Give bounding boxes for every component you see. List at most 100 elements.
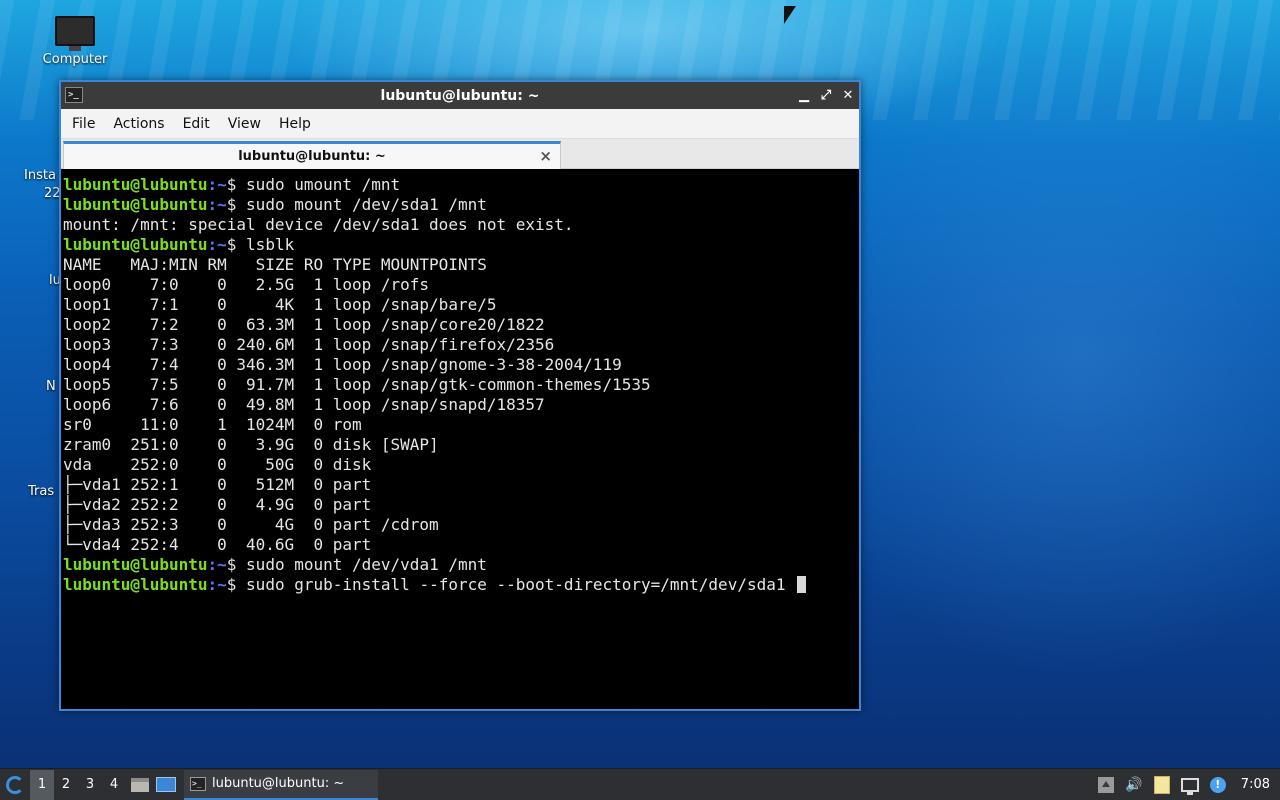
prompt-path: ~ [217,175,227,194]
prompt-path: ~ [217,235,227,254]
terminal-task-icon: >_ [190,776,206,791]
menu-help[interactable]: Help [272,116,318,132]
terminal-output-line: └─vda4 252:4 0 40.6G 0 part [63,535,857,555]
menubar: File Actions Edit View Help [61,109,859,139]
terminal-output-line: loop2 7:2 0 63.3M 1 loop /snap/core20/18… [63,315,857,335]
network-shape [1180,777,1199,795]
terminal-command-line: lubuntu@lubuntu:~$ sudo grub-install --f… [63,575,857,595]
command-text: sudo mount /dev/vda1 /mnt [246,555,487,574]
mouse-pointer-icon [784,6,796,24]
menu-file[interactable]: File [65,116,102,132]
update-notifier-icon[interactable]: ! [1209,776,1227,794]
terminal-window[interactable]: >_ lubuntu@lubuntu: ~ ▁ ⤢ ✕ File Actions… [59,80,861,711]
terminal-output-line: loop1 7:1 0 4K 1 loop /snap/bare/5 [63,295,857,315]
terminal-output-line: loop0 7:0 0 2.5G 1 loop /rofs [63,275,857,295]
command-text: sudo umount /mnt [246,175,401,194]
workspace-2[interactable]: 2 [54,770,78,800]
output-text: sr0 11:0 1 1024M 0 rom [63,415,362,434]
terminal-app-icon[interactable]: >_ [65,87,83,103]
window-title: lubuntu@lubuntu: ~ [380,87,540,104]
prompt-separator: : [207,175,218,194]
maximize-button[interactable]: ⤢ [819,88,833,103]
tray-expand-button[interactable] [1097,776,1115,794]
prompt-separator: : [207,195,218,214]
terminal-command-line: lubuntu@lubuntu:~$ lsblk [63,235,857,255]
prompt-path: ~ [217,575,227,594]
prompt-dollar: $ [226,175,247,194]
desktop-icon-computer[interactable]: Computer [40,16,110,67]
terminal-output-line: sr0 11:0 1 1024M 0 rom [63,415,857,435]
taskbar-task-terminal[interactable]: >_ lubuntu@lubuntu: ~ [184,769,378,800]
menu-edit[interactable]: Edit [176,116,217,132]
output-text: loop6 7:6 0 49.8M 1 loop /snap/snapd/183… [63,395,545,414]
desktop-icon-install-label[interactable]: Insta [24,168,56,183]
volume-icon[interactable]: 🔊 [1125,776,1143,794]
show-desktop-button[interactable] [154,773,178,797]
clipboard-shape [1153,775,1170,794]
window-titlebar[interactable]: >_ lubuntu@lubuntu: ~ ▁ ⤢ ✕ [61,82,859,109]
clipboard-icon[interactable] [1153,775,1171,794]
clock[interactable]: 7:08 [1241,777,1270,792]
terminal-output-line: loop4 7:4 0 346.3M 1 loop /snap/gnome-3-… [63,355,857,375]
file-manager-launcher[interactable] [128,773,152,797]
terminal-output-line: mount: /mnt: special device /dev/sda1 do… [63,215,857,235]
output-text: ├─vda1 252:1 0 512M 0 part [63,475,372,494]
terminal-output[interactable]: lubuntu@lubuntu:~$ sudo umount /mnt lubun… [61,172,859,709]
terminal-command-line: lubuntu@lubuntu:~$ sudo mount /dev/sda1 … [63,195,857,215]
arrow-up-icon [1097,776,1114,793]
workspace-4[interactable]: 4 [102,770,126,800]
menu-actions[interactable]: Actions [106,116,171,132]
command-text: sudo mount /dev/sda1 /mnt [246,195,487,214]
output-text: └─vda4 252:4 0 40.6G 0 part [63,535,372,554]
workspace-3[interactable]: 3 [78,770,102,800]
prompt-dollar: $ [226,195,247,214]
close-button[interactable]: ✕ [841,88,855,103]
text-cursor [797,576,807,593]
minimize-button[interactable]: ▁ [797,88,811,103]
terminal-output-line: ├─vda1 252:1 0 512M 0 part [63,475,857,495]
terminal-output-line: loop5 7:5 0 91.7M 1 loop /snap/gtk-commo… [63,375,857,395]
show-desktop-icon [156,777,176,792]
prompt-dollar: $ [226,575,247,594]
prompt-user: lubuntu@lubuntu [63,235,208,254]
lubuntu-logo-icon [6,775,24,794]
prompt-user: lubuntu@lubuntu [63,555,208,574]
output-text: NAME MAJ:MIN RM SIZE RO TYPE MOUNTPOINTS [63,255,487,274]
command-text: lsblk [246,235,295,254]
prompt-separator: : [207,555,218,574]
system-tray: 🔊 ! 7:08 [1097,775,1280,795]
terminal-output-line: ├─vda3 252:3 0 4G 0 part /cdrom [63,515,857,535]
output-text: ├─vda3 252:3 0 4G 0 part /cdrom [63,515,439,534]
output-text: zram0 251:0 0 3.9G 0 disk [SWAP] [63,435,439,454]
desktop-icon-trash-label[interactable]: Tras [28,484,54,499]
terminal-output-line: vda 252:0 0 50G 0 disk [63,455,857,475]
tab-terminal[interactable]: lubuntu@lubuntu: ~ × [63,141,561,169]
terminal-command-line: lubuntu@lubuntu:~$ sudo umount /mnt [63,175,857,195]
terminal-output-line: NAME MAJ:MIN RM SIZE RO TYPE MOUNTPOINTS [63,255,857,275]
prompt-separator: : [207,235,218,254]
file-manager-icon [131,777,149,792]
prompt-path: ~ [217,195,227,214]
start-menu-button[interactable] [0,770,30,800]
terminal-output-line: zram0 251:0 0 3.9G 0 disk [SWAP] [63,435,857,455]
menu-view[interactable]: View [221,116,268,132]
workspace-1[interactable]: 1 [30,769,54,800]
taskbar-task-label: lubuntu@lubuntu: ~ [212,776,345,791]
tab-bar: lubuntu@lubuntu: ~ × [61,139,859,169]
prompt-separator: : [207,575,218,594]
network-icon[interactable] [1180,776,1199,795]
terminal-output-line: loop6 7:6 0 49.8M 1 loop /snap/snapd/183… [63,395,857,415]
output-text: vda 252:0 0 50G 0 disk [63,455,372,474]
command-text: sudo grub-install --force --boot-directo… [246,575,796,594]
terminal-command-line: lubuntu@lubuntu:~$ sudo mount /dev/vda1 … [63,555,857,575]
prompt-dollar: $ [226,555,247,574]
tab-close-icon[interactable]: × [539,147,552,165]
desktop-icon-network-label[interactable]: N [46,379,56,394]
output-text: loop4 7:4 0 346.3M 1 loop /snap/gnome-3-… [63,355,622,374]
prompt-user: lubuntu@lubuntu [63,195,208,214]
output-text: loop3 7:3 0 240.6M 1 loop /snap/firefox/… [63,335,555,354]
output-text: loop1 7:1 0 4K 1 loop /snap/bare/5 [63,295,497,314]
tab-title: lubuntu@lubuntu: ~ [238,149,386,164]
output-text: loop0 7:0 0 2.5G 1 loop /rofs [63,275,430,294]
prompt-user: lubuntu@lubuntu [63,575,208,594]
